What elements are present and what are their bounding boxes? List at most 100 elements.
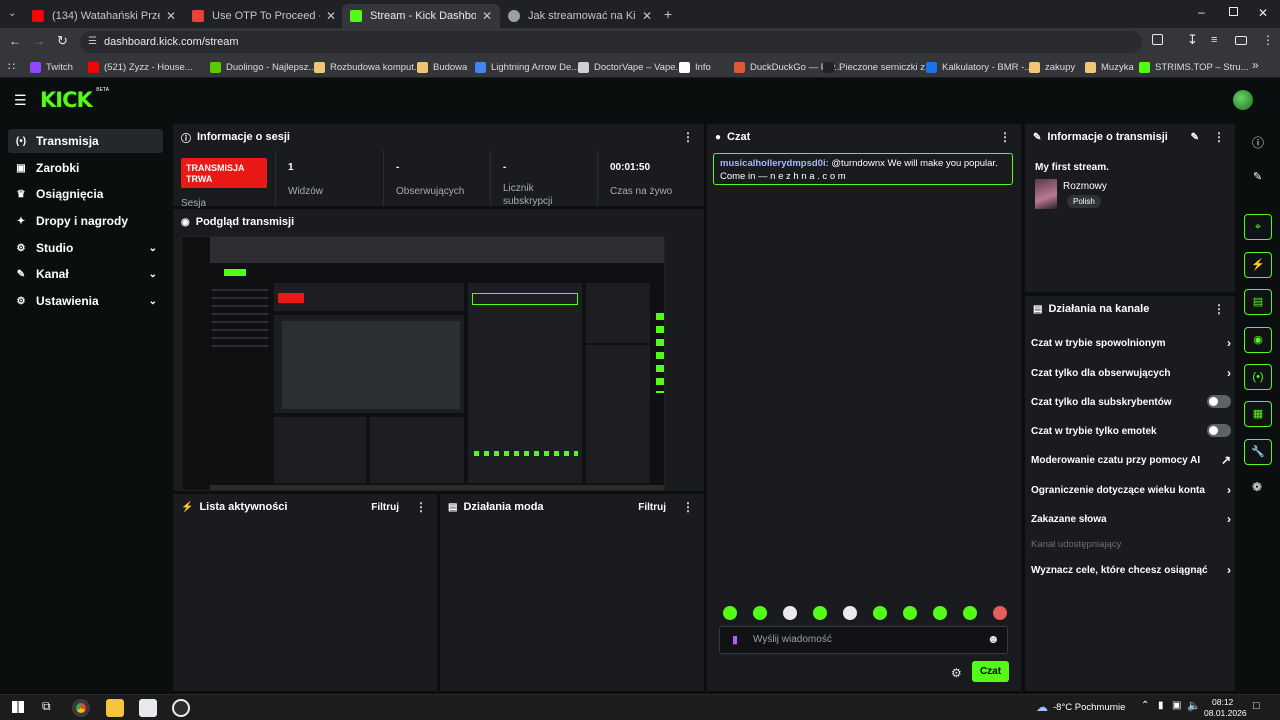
apps-grid-icon[interactable]: ∷ [8, 60, 15, 73]
more-options-icon[interactable]: ⋮ [415, 500, 427, 514]
channel-action-6[interactable]: Zakazane słowa › [1031, 512, 1231, 526]
tray-chevron-icon[interactable]: ⌃ [1141, 700, 1149, 711]
back-button[interactable]: ← [9, 34, 21, 48]
channel-action-5[interactable]: Ograniczenie dotyczące wieku konta › [1031, 483, 1231, 497]
chrome-icon[interactable] [72, 699, 90, 717]
chat-message[interactable]: musicalhollerydmpsd0i: @turndownx We wil… [713, 153, 1013, 185]
task-view-icon[interactable]: ⧉ [42, 699, 51, 714]
emote-icon[interactable] [753, 606, 767, 620]
emote-icon[interactable] [843, 606, 857, 620]
bookmark-item[interactable]: Pieczone serniczki z... [823, 60, 933, 74]
more-options-icon[interactable]: ⋮ [682, 500, 694, 514]
cluster-icon[interactable]: ❁ [1252, 480, 1262, 494]
bookmark-item[interactable]: STRIMS.TOP – Stru... [1139, 60, 1249, 74]
sidebar-item-3[interactable]: ✦ Dropy i nagrody [8, 209, 163, 233]
emote-icon[interactable] [783, 606, 797, 620]
bookmark-item[interactable]: DoctorVape – Vape... [578, 60, 683, 74]
emoji-icon[interactable]: ☻ [987, 632, 1000, 646]
user-avatar[interactable] [1233, 90, 1253, 110]
list-icon[interactable]: ▤ [1244, 289, 1272, 315]
emote-icon[interactable] [933, 606, 947, 620]
channel-action-2[interactable]: Czat tylko dla subskrybentów [1031, 395, 1231, 408]
bookmark-item[interactable]: Rozbudowa komput... [314, 60, 422, 74]
network-icon[interactable]: ▣ [1172, 700, 1181, 711]
bookmark-item[interactable]: Duolingo - Najlepsz... [210, 60, 316, 74]
edit-icon[interactable]: ✎ [1191, 132, 1199, 143]
browser-tab-howto[interactable]: Jak streamować na Kick ✕ [500, 4, 660, 28]
kick-logo[interactable]: KICK BETA [40, 87, 109, 112]
volume-icon[interactable]: 🔈 [1187, 699, 1201, 712]
more-bookmarks-icon[interactable]: » [1252, 58, 1259, 72]
more-options-icon[interactable]: ⋮ [999, 130, 1011, 144]
more-options-icon[interactable]: ⋮ [682, 130, 694, 144]
close-window-button[interactable]: ✕ [1258, 6, 1268, 20]
extensions-icon[interactable] [1152, 34, 1163, 45]
bookmark-item[interactable]: Kalkulatory - BMR -... [926, 60, 1032, 74]
emote-icon[interactable] [903, 606, 917, 620]
address-bar[interactable]: ☰ dashboard.kick.com/stream [80, 31, 1142, 53]
browser-tab-kick[interactable]: Stream - Kick Dashboard ✕ [342, 4, 500, 28]
sidebar-item-1[interactable]: ▣ Zarobki [8, 156, 163, 180]
cast-icon[interactable] [1235, 36, 1247, 45]
set-goals-button[interactable]: Wyznacz cele, które chcesz osiągnąć › [1031, 563, 1231, 577]
channel-action-0[interactable]: Czat w trybie spowolnionym › [1031, 336, 1231, 350]
more-options-icon[interactable]: ⋮ [1213, 302, 1225, 316]
sidebar-item-6[interactable]: ⚙ Ustawienia ⌄ [8, 289, 163, 313]
forward-button[interactable]: → [33, 34, 45, 48]
menu-icon[interactable]: ⋮ [1262, 33, 1274, 47]
new-tab-button[interactable]: + [664, 6, 672, 22]
file-explorer-icon[interactable] [106, 699, 124, 717]
pencil-icon[interactable]: ✎ [1253, 170, 1262, 183]
channel-action-1[interactable]: Czat tylko dla obserwujących › [1031, 366, 1231, 380]
clock-time[interactable]: 08:12 [1212, 697, 1233, 707]
maximize-button[interactable] [1229, 7, 1238, 16]
clock-date[interactable]: 08.01.2026 [1204, 708, 1247, 718]
tab-search-icon[interactable]: ⌄ [8, 8, 16, 19]
broadcast-icon[interactable]: (•) [1244, 364, 1272, 390]
crop-icon[interactable]: ⌖ [1244, 214, 1272, 240]
chat-settings-icon[interactable]: ⚙ [951, 666, 962, 680]
bookmark-item[interactable]: Info [679, 60, 711, 74]
weather-text[interactable]: -8°C Pochmurnie [1053, 702, 1125, 713]
chat-send-button[interactable]: Czat [972, 661, 1009, 682]
sidebar-item-5[interactable]: ✎ Kanał ⌄ [8, 262, 163, 286]
obs-icon[interactable] [172, 699, 190, 717]
microphone-tray-icon[interactable]: ▮ [1158, 700, 1164, 711]
media-icon[interactable]: ≡ [1211, 34, 1217, 46]
layout-icon[interactable]: ▦ [1244, 401, 1272, 427]
chat-username[interactable]: musicalhollerydmpsd0i: [720, 158, 829, 169]
toggle-switch[interactable] [1207, 424, 1231, 437]
browser-tab-youtube[interactable]: (134) Watahański Przegląd Inte ✕ [24, 4, 184, 28]
filter-button[interactable]: Filtruj [638, 502, 666, 513]
sidebar-item-0[interactable]: (•) Transmisja [8, 129, 163, 153]
toggle-switch[interactable] [1207, 395, 1231, 408]
stream-preview-video[interactable] [181, 236, 665, 491]
close-icon[interactable]: ✕ [642, 9, 652, 23]
bookmark-item[interactable]: zakupy [1029, 60, 1075, 74]
sidebar-item-2[interactable]: ♛ Osiągnięcia [8, 182, 163, 206]
site-info-icon[interactable]: ☰ [88, 31, 97, 53]
start-button[interactable] [12, 701, 24, 713]
browser-tab-gmail[interactable]: Use OTP To Proceed - turndow ✕ [184, 4, 344, 28]
bookmark-item[interactable]: Lightning Arrow De... [475, 60, 579, 74]
more-options-icon[interactable]: ⋮ [1213, 130, 1225, 144]
store-icon[interactable] [139, 699, 157, 717]
minimize-button[interactable]: – [1198, 5, 1205, 19]
close-icon[interactable]: ✕ [166, 9, 176, 23]
wrench-icon[interactable]: 🔧 [1244, 439, 1272, 465]
close-icon[interactable]: ✕ [326, 9, 336, 23]
bookmark-item[interactable]: Budowa [417, 60, 467, 74]
lightning-icon[interactable]: ⚡ [1244, 252, 1272, 278]
reload-button[interactable]: ↻ [57, 33, 68, 49]
chat-input[interactable]: ▮ Wyślij wiadomość ☻ [719, 626, 1008, 654]
channel-action-4[interactable]: Moderowanie czatu przy pomocy AI ↗ [1031, 453, 1231, 467]
sidebar-item-4[interactable]: ⚙ Studio ⌄ [8, 236, 163, 260]
notifications-icon[interactable]: □ [1253, 700, 1260, 712]
hamburger-icon[interactable]: ☰ [14, 92, 27, 109]
chat-bubble-icon[interactable]: ◉ [1244, 327, 1272, 353]
info-icon[interactable]: ⓘ [1252, 134, 1264, 151]
emote-icon[interactable] [873, 606, 887, 620]
bookmark-item[interactable]: Twitch [30, 60, 73, 74]
bookmark-item[interactable]: (521) Zyzz - House... [88, 60, 193, 74]
close-icon[interactable]: ✕ [482, 9, 492, 23]
